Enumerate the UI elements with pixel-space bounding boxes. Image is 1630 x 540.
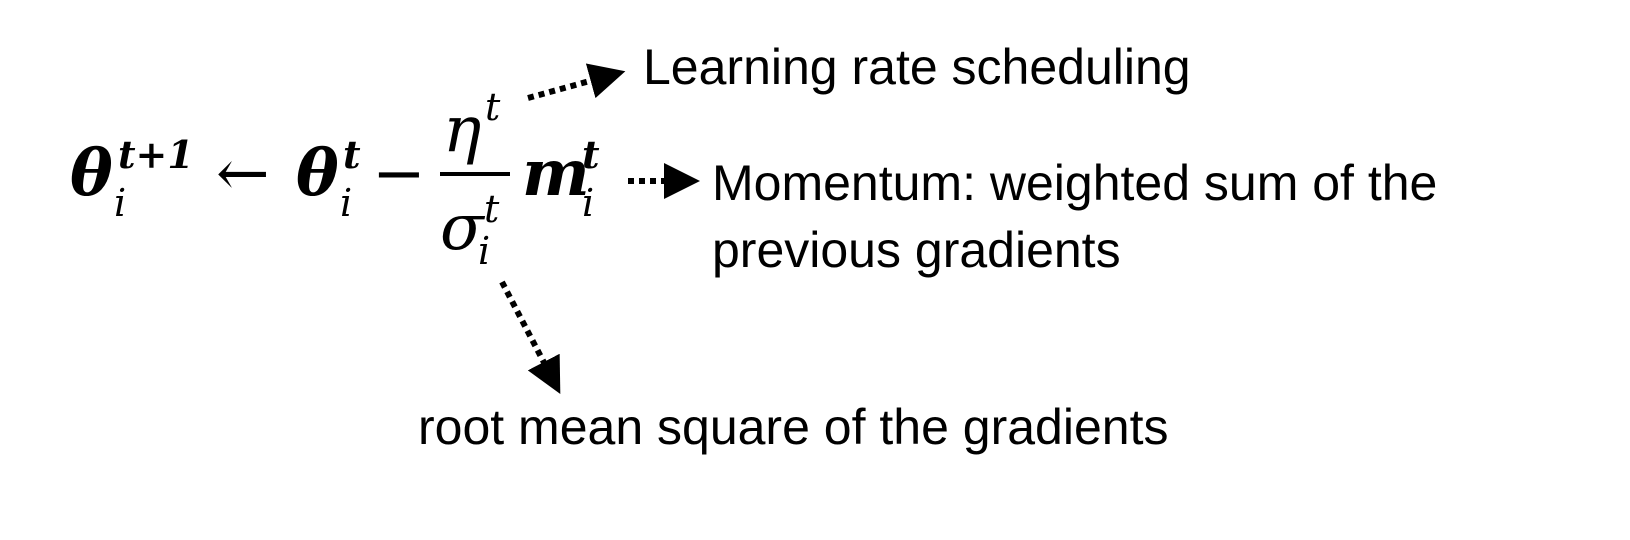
momentum-label-line2: previous gradients [712, 222, 1121, 278]
arrow-to-rms [499, 280, 561, 394]
momentum-label-line1: Momentum: weighted sum of the [712, 155, 1438, 211]
diagram-canvas: θ t+1 i ← θ t i − η t σ t i m t i Learni… [0, 0, 1630, 540]
learning-rate-label: Learning rate scheduling [643, 39, 1191, 95]
arrow-to-learning-rate [527, 63, 626, 101]
rms-label: root mean square of the gradients [418, 399, 1169, 455]
